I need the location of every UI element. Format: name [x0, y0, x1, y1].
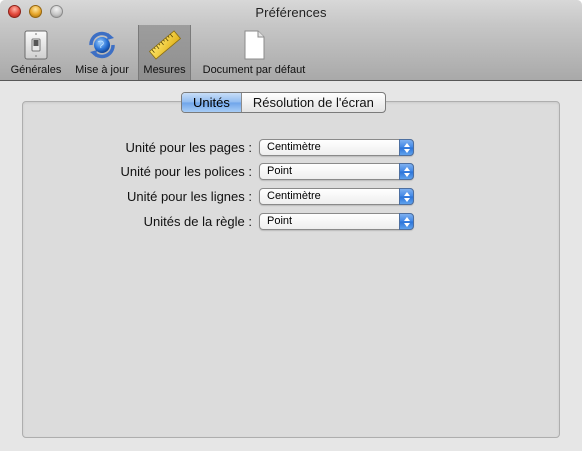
software-update-globe-icon — [86, 29, 118, 61]
segmented-tab-control: Unités Résolution de l'écran — [181, 92, 386, 113]
page-units-label: Unité pour les pages : — [125, 140, 252, 155]
updown-arrows-icon — [399, 213, 414, 230]
toolbar-item-label: Mise à jour — [75, 64, 129, 76]
blank-document-icon — [238, 29, 270, 61]
toolbar-measures-button[interactable]: Mesures — [138, 25, 191, 80]
ruler-icon — [148, 29, 181, 61]
page-units-value: Centimètre — [267, 141, 321, 153]
toolbar-update-button[interactable]: Mise à jour — [68, 25, 136, 80]
light-switch-icon — [20, 29, 52, 61]
font-units-label: Unité pour les polices : — [120, 164, 252, 179]
line-units-value: Centimètre — [267, 190, 321, 202]
line-units-row: Unité pour les lignes : Centimètre — [0, 188, 582, 208]
preferences-content: Unités Résolution de l'écran Unité pour … — [0, 81, 582, 451]
tab-screen-resolution[interactable]: Résolution de l'écran — [240, 93, 385, 112]
updown-arrows-icon — [399, 188, 414, 205]
toolbar-item-label: Générales — [10, 64, 62, 76]
line-units-label: Unité pour les lignes : — [126, 189, 252, 204]
font-units-value: Point — [267, 165, 293, 177]
font-units-select[interactable]: Point — [259, 163, 414, 180]
ruler-units-value: Point — [267, 215, 293, 227]
preferences-window: Préférences Générales Mise à jour Mesure… — [0, 0, 582, 451]
title-toolbar-bar: Préférences Générales Mise à jour Mesure… — [0, 0, 582, 81]
font-units-row: Unité pour les polices : Point — [0, 163, 582, 183]
toolbar-item-label: Mesures — [143, 64, 186, 76]
toolbar-item-label: Document par défaut — [202, 64, 306, 76]
toolbar-default-document-button[interactable]: Document par défaut — [194, 25, 314, 80]
page-units-select[interactable]: Centimètre — [259, 139, 414, 156]
ruler-units-label: Unités de la règle : — [143, 214, 252, 229]
line-units-select[interactable]: Centimètre — [259, 188, 414, 205]
updown-arrows-icon — [399, 139, 414, 156]
updown-arrows-icon — [399, 163, 414, 180]
window-title: Préférences — [255, 5, 327, 20]
tab-units[interactable]: Unités — [182, 93, 241, 112]
toolbar-general-button[interactable]: Générales — [6, 25, 66, 80]
page-units-row: Unité pour les pages : Centimètre — [0, 139, 582, 159]
ruler-units-row: Unités de la règle : Point — [0, 213, 582, 233]
ruler-units-select[interactable]: Point — [259, 213, 414, 230]
